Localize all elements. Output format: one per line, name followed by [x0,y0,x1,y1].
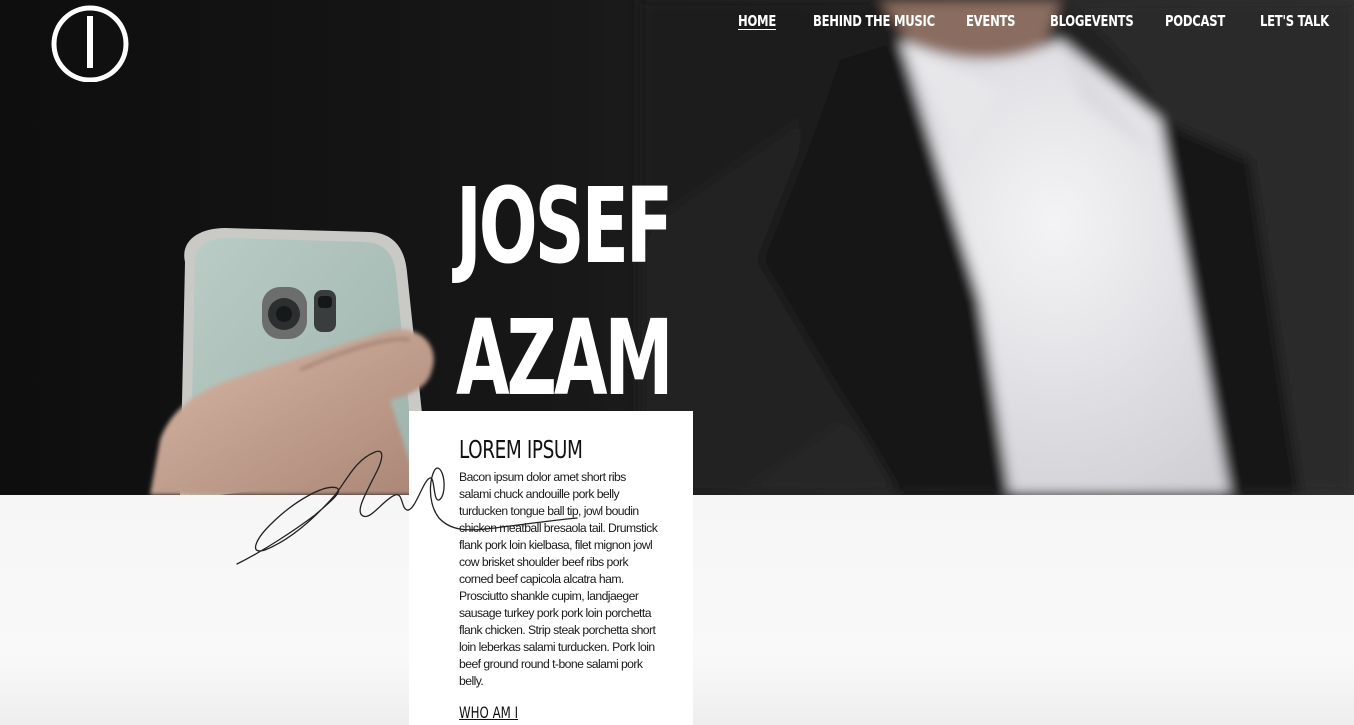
main-navigation: HOME BEHIND THE MUSIC EVENTS BLOGEVENTS … [738,12,1329,34]
nav-item-podcast[interactable]: PODCAST [1165,12,1260,34]
nav-item-lets-talk[interactable]: LET'S TALK [1260,12,1329,34]
nav-item-home[interactable]: HOME [738,12,813,34]
hero-title-line-2: AZAM [456,297,673,419]
hero-title: JOSEF AZAM [456,160,673,424]
nav-link-podcast[interactable]: PODCAST [1165,12,1247,30]
hero-title-line-1: JOSEF [456,165,673,287]
nav-link-blogevents[interactable]: BLOGEVENTS [1050,12,1149,30]
logo-icon[interactable] [50,4,130,82]
nav-link-behind-the-music[interactable]: BEHIND THE MUSIC [813,12,945,30]
nav-link-lets-talk[interactable]: LET'S TALK [1260,12,1329,30]
who-am-i-link[interactable]: WHO AM I [459,703,518,722]
nav-item-behind-the-music[interactable]: BEHIND THE MUSIC [813,12,966,34]
nav-link-home[interactable]: HOME [738,12,803,30]
nav-item-blogevents[interactable]: BLOGEVENTS [1050,12,1165,34]
nav-link-events[interactable]: EVENTS [966,12,1038,30]
signature-image [236,450,578,565]
nav-item-events[interactable]: EVENTS [966,12,1050,34]
